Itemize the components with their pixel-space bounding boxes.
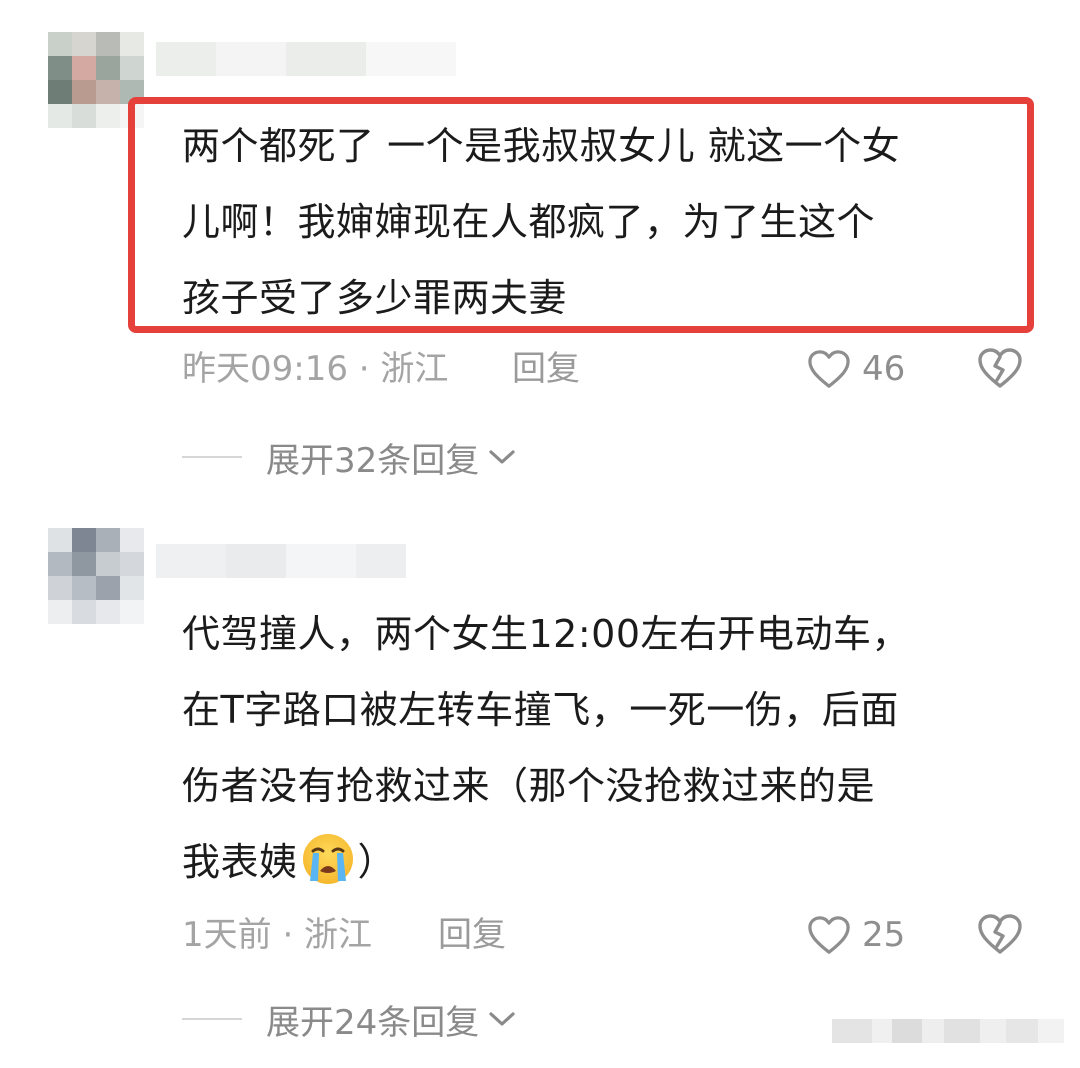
comment-text: 两个都死了 一个是我叔叔女儿 就这一个女 儿啊！我婶婶现在人都疯了，为了生这个 … xyxy=(182,108,900,336)
divider xyxy=(182,456,242,458)
comment-line: 儿啊！我婶婶现在人都疯了，为了生这个 xyxy=(182,200,876,244)
comment-line: 在T字路口被左转车撞飞，一死一伤，后面 xyxy=(182,688,899,732)
username[interactable] xyxy=(156,42,456,76)
divider xyxy=(182,1018,242,1020)
watermark xyxy=(832,1016,1064,1046)
comment-time-location: 1天前 · 浙江 xyxy=(182,915,373,955)
comment-text-segment: 我表姨 xyxy=(182,840,298,884)
expand-replies-button[interactable]: 展开32条回复 xyxy=(182,432,517,482)
expand-replies-button[interactable]: 展开24条回复 xyxy=(182,994,517,1044)
comment-line: 孩子受了多少罪两夫妻 xyxy=(182,276,568,320)
heart-outline-icon xyxy=(808,350,850,388)
comment-line: 伤者没有抢救过来（那个没抢救过来的是 xyxy=(182,764,876,808)
broken-heart-icon xyxy=(978,914,1022,954)
dislike-button[interactable] xyxy=(976,912,1024,958)
heart-outline-icon xyxy=(808,916,850,954)
like-count: 25 xyxy=(862,915,906,955)
username[interactable] xyxy=(156,544,406,578)
comment-text: 代驾撞人，两个女生12:00左右开电动车， 在T字路口被左转车撞飞，一死一伤，后… xyxy=(182,596,910,900)
loudly-crying-face-emoji xyxy=(302,834,353,884)
chevron-down-icon xyxy=(489,1012,515,1026)
comment-text-segment: ） xyxy=(357,840,397,884)
chevron-down-icon xyxy=(489,450,515,464)
like-button[interactable]: 46 xyxy=(806,346,905,392)
expand-replies-label: 展开32条回复 xyxy=(266,440,480,481)
comment-meta: 昨天09:16 · 浙江 回复 46 xyxy=(182,344,1032,394)
reply-button[interactable]: 回复 xyxy=(438,910,506,960)
comment-time-location: 昨天09:16 · 浙江 xyxy=(182,349,449,389)
broken-heart-icon xyxy=(978,348,1022,388)
avatar[interactable] xyxy=(48,528,144,624)
expand-replies-label: 展开24条回复 xyxy=(266,1002,480,1043)
reply-button[interactable]: 回复 xyxy=(512,344,580,394)
comment-meta: 1天前 · 浙江 回复 25 xyxy=(182,910,1032,960)
dislike-button[interactable] xyxy=(976,346,1024,392)
comment-line: 我表姨 ） xyxy=(182,824,910,900)
like-button[interactable]: 25 xyxy=(806,912,905,958)
like-count: 46 xyxy=(862,349,906,389)
comment-line: 代驾撞人，两个女生12:00左右开电动车， xyxy=(182,612,911,656)
comment-line: 两个都死了 一个是我叔叔女儿 就这一个女 xyxy=(182,124,901,168)
